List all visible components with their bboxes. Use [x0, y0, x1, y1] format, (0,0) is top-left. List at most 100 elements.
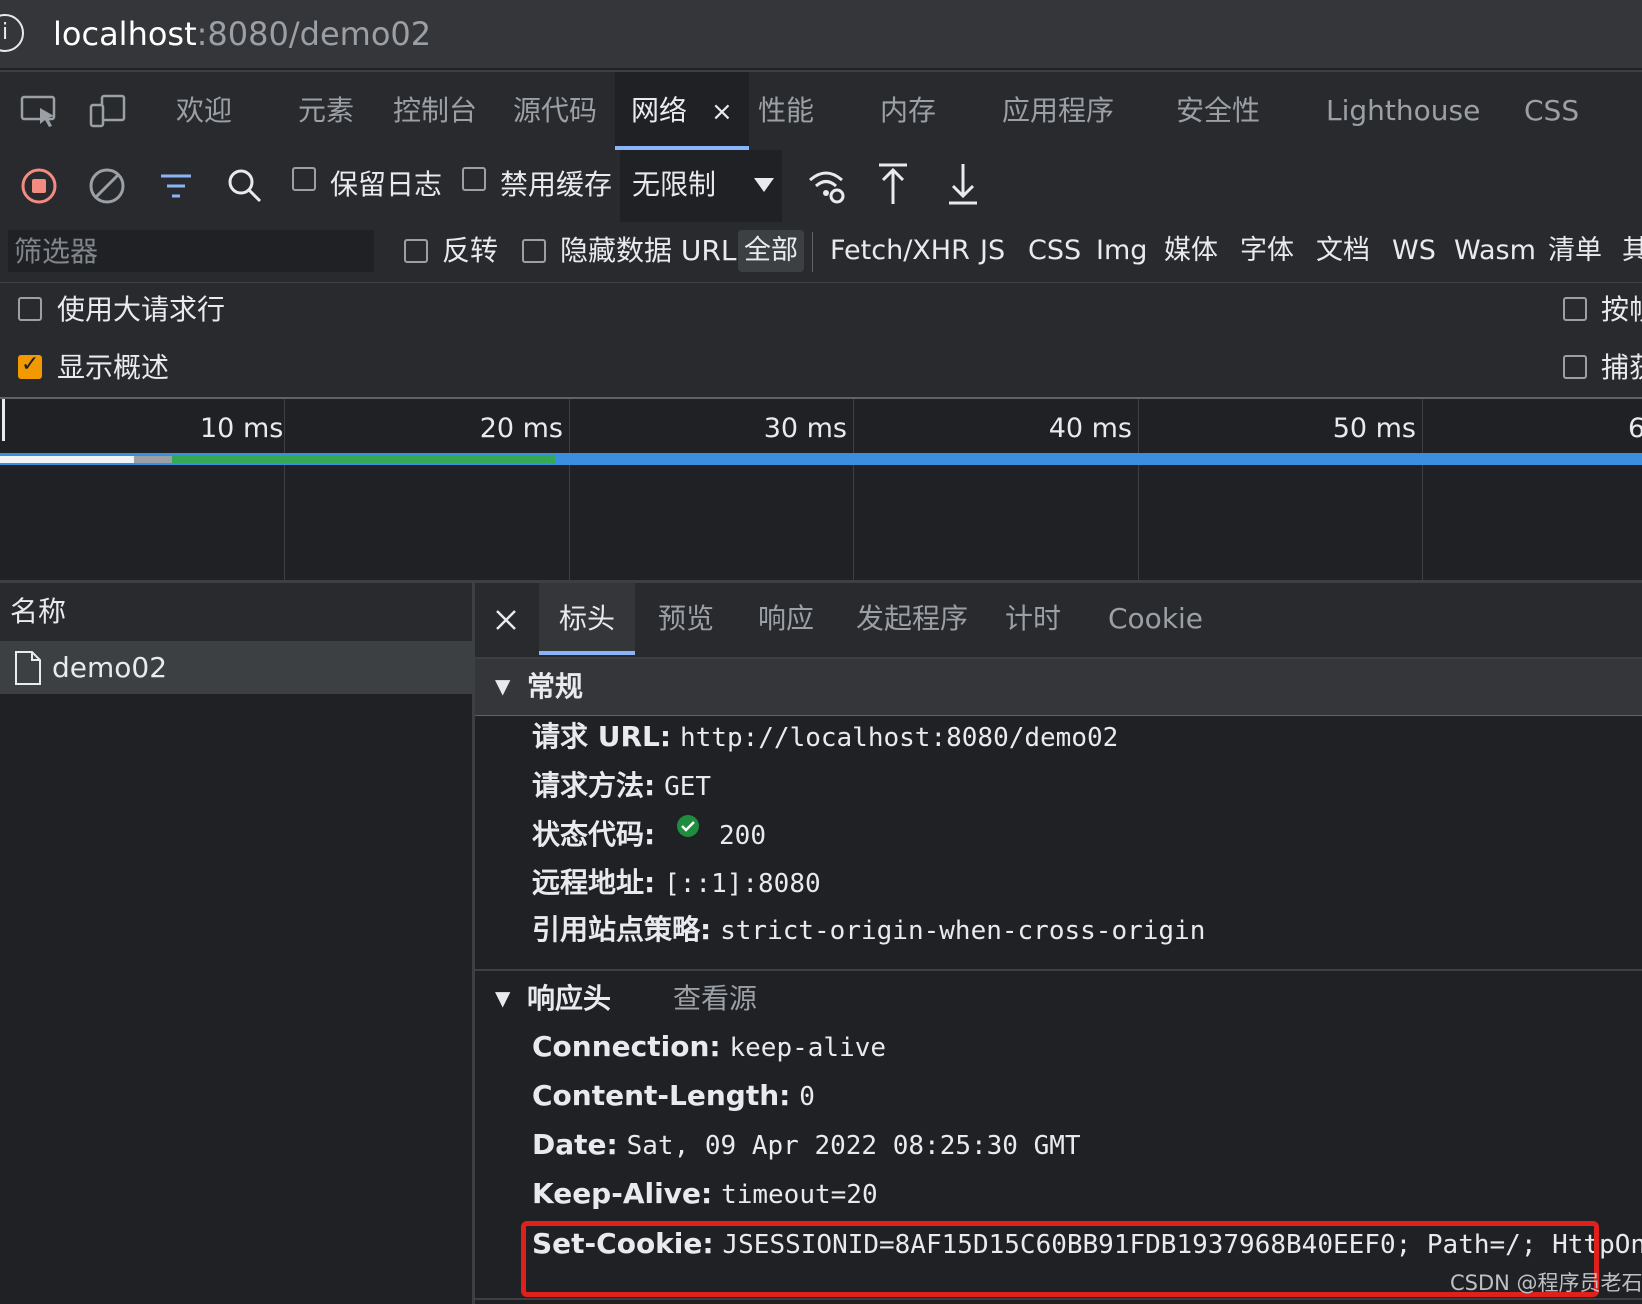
tab-response[interactable]: 响应 — [758, 583, 814, 655]
info-icon[interactable]: i — [0, 14, 24, 52]
filter-icon[interactable] — [158, 168, 194, 204]
close-tab-icon[interactable]: × — [711, 97, 733, 127]
device-toolbar-icon[interactable] — [88, 94, 128, 128]
tab-sources[interactable]: 源代码 — [513, 72, 597, 150]
response-header-row: Date: Sat, 09 Apr 2022 08:25:30 GMT — [532, 1125, 1081, 1166]
request-row[interactable]: demo02 — [0, 642, 472, 694]
document-icon — [15, 651, 41, 685]
tab-timing[interactable]: 计时 — [1005, 583, 1061, 655]
big-request-rows-label: 使用大请求行 — [57, 293, 226, 326]
waterfall-waiting-segment — [172, 456, 555, 463]
stop-recording-icon[interactable] — [20, 167, 58, 205]
tab-elements[interactable]: 元素 — [298, 72, 354, 150]
tab-security[interactable]: 安全性 — [1176, 72, 1260, 150]
tab-welcome[interactable]: 欢迎 — [176, 72, 232, 150]
waterfall-stalled-segment — [134, 456, 172, 463]
url-text[interactable]: localhost:8080/demo02 — [53, 12, 431, 56]
tab-network[interactable]: 网络 × — [615, 72, 749, 150]
header-value: keep-alive — [729, 1033, 887, 1063]
throttling-select[interactable]: 无限制 — [620, 150, 782, 222]
filter-type-fetch-xhr[interactable]: Fetch/XHR — [824, 230, 976, 272]
filter-input[interactable] — [8, 230, 374, 272]
tab-cookies[interactable]: Cookie — [1108, 583, 1203, 655]
filter-type-js[interactable]: JS — [974, 230, 1011, 272]
group-by-frame-checkbox[interactable] — [1563, 297, 1587, 321]
hide-data-urls-checkbox[interactable] — [522, 239, 546, 263]
capture-screenshots-checkbox[interactable] — [1563, 355, 1587, 379]
header-key: 引用站点策略: — [532, 913, 712, 946]
show-overview-label: 显示概述 — [57, 351, 170, 384]
grid-line — [1138, 399, 1139, 580]
header-key: 远程地址: — [532, 866, 656, 899]
header-key: Content-Length: — [532, 1079, 791, 1112]
overview-window-handle[interactable] — [2, 399, 5, 441]
annotation-highlight-box — [521, 1221, 1599, 1297]
filter-type-doc[interactable]: 文档 — [1310, 230, 1376, 272]
export-har-icon[interactable] — [946, 162, 980, 206]
overview-timeline[interactable]: 10 ms 20 ms 30 ms 40 ms 50 ms 6 — [0, 399, 1642, 583]
clear-icon[interactable] — [88, 167, 126, 205]
tab-css[interactable]: CSS — [1524, 72, 1579, 150]
disable-cache-checkbox[interactable] — [462, 167, 486, 191]
filter-type-wasm[interactable]: Wasm — [1448, 230, 1542, 272]
filter-type-media[interactable]: 媒体 — [1158, 230, 1224, 272]
search-icon[interactable] — [226, 167, 264, 205]
view-source-link[interactable]: 查看源 — [673, 979, 757, 1019]
tab-console[interactable]: 控制台 — [393, 72, 477, 150]
tab-initiator[interactable]: 发起程序 — [856, 583, 968, 655]
filter-type-img[interactable]: Img — [1090, 230, 1153, 272]
general-row: 远程地址: [::1]:8080 — [532, 863, 821, 904]
invert-checkbox[interactable] — [404, 239, 428, 263]
grid-line — [1422, 399, 1423, 580]
filter-type-ws[interactable]: WS — [1386, 230, 1442, 272]
address-bar[interactable]: i localhost:8080/demo02 — [0, 0, 1642, 68]
filter-type-all[interactable]: 全部 — [738, 230, 804, 272]
general-row: 引用站点策略: strict-origin-when-cross-origin — [532, 910, 1205, 951]
tab-application[interactable]: 应用程序 — [1002, 72, 1114, 150]
header-value: Sat, 09 Apr 2022 08:25:30 GMT — [626, 1131, 1081, 1161]
triangle-down-icon: ▼ — [495, 986, 511, 1010]
header-value: timeout=20 — [721, 1180, 878, 1210]
inspect-element-icon[interactable] — [20, 94, 60, 128]
invert-label: 反转 — [442, 234, 499, 267]
big-request-rows-checkbox[interactable] — [18, 297, 42, 321]
request-details: 标头 预览 响应 发起程序 计时 Cookie ▼ 常规 请求 URL: htt… — [475, 583, 1642, 1304]
response-headers-section-header[interactable]: ▼ 响应头 查看源 — [475, 971, 1642, 1027]
response-header-row: Content-Length: 0 — [532, 1076, 815, 1117]
triangle-down-icon: ▼ — [495, 674, 511, 698]
tick-label: 30 ms — [763, 413, 847, 444]
watermark: CSDN @程序员老石 — [1450, 1271, 1642, 1295]
header-value: 200 — [719, 821, 766, 851]
name-column-header[interactable]: 名称 — [0, 583, 472, 642]
tab-preview[interactable]: 预览 — [658, 583, 714, 655]
url-path: :8080/demo02 — [196, 15, 432, 53]
tab-headers[interactable]: 标头 — [539, 583, 636, 655]
tab-performance[interactable]: 性能 — [758, 72, 814, 150]
grid-line — [569, 399, 570, 580]
preserve-log-label: 保留日志 — [330, 168, 443, 201]
header-key: Connection: — [532, 1030, 721, 1063]
url-host: localhost — [53, 15, 197, 53]
close-icon[interactable] — [495, 609, 517, 631]
network-conditions-icon[interactable] — [806, 164, 846, 206]
filter-type-css[interactable]: CSS — [1022, 230, 1087, 272]
filter-type-font[interactable]: 字体 — [1234, 230, 1300, 272]
tick-label: 40 ms — [1048, 413, 1132, 444]
divider — [812, 232, 813, 272]
import-har-icon[interactable] — [876, 162, 910, 206]
preserve-log-checkbox[interactable] — [292, 167, 316, 191]
network-settings: 使用大请求行 显示概述 按帧 捕获 — [0, 283, 1642, 399]
filter-type-other[interactable]: 其 — [1616, 230, 1642, 272]
header-key: 请求 URL: — [532, 720, 672, 753]
header-key: Date: — [532, 1128, 618, 1161]
header-value: [::1]:8080 — [664, 869, 821, 899]
header-value: 0 — [799, 1082, 815, 1112]
general-section-header[interactable]: ▼ 常规 — [475, 659, 1642, 716]
tab-lighthouse[interactable]: Lighthouse — [1326, 72, 1480, 150]
show-overview-checkbox[interactable] — [18, 352, 42, 379]
filter-type-manifest[interactable]: 清单 — [1542, 230, 1608, 272]
tick-label: 20 ms — [479, 413, 563, 444]
tick-label: 10 ms — [200, 413, 284, 444]
tab-memory[interactable]: 内存 — [880, 72, 936, 150]
details-tab-bar: 标头 预览 响应 发起程序 计时 Cookie — [475, 583, 1642, 659]
